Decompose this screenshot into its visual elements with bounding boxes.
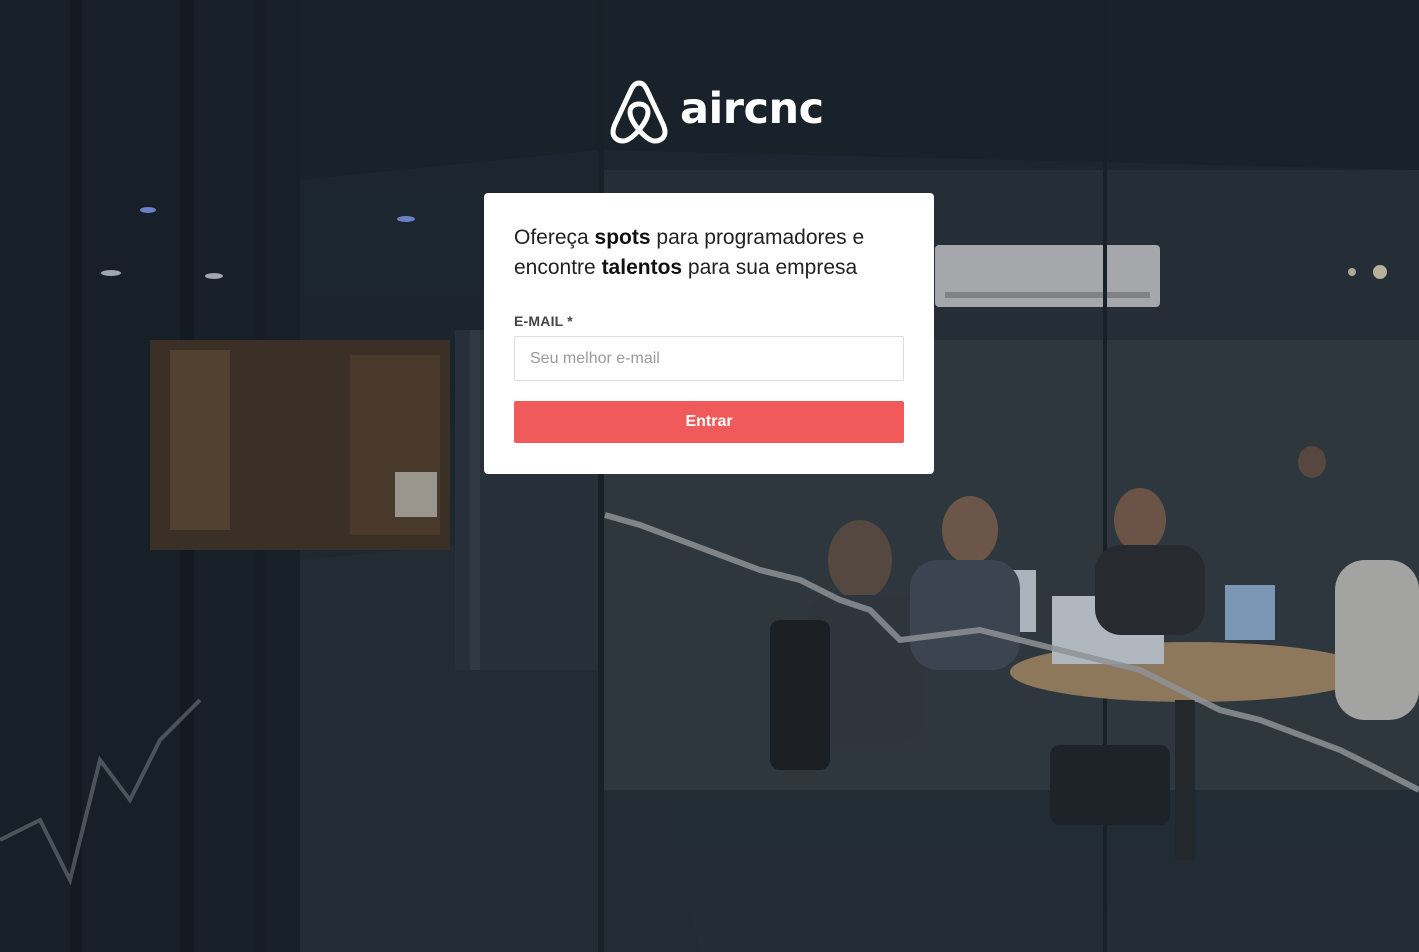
headline-bold-spots: spots [594,226,651,249]
submit-button[interactable]: Entrar [514,401,904,443]
headline-text: Ofereça [514,226,595,249]
headline-text: para sua empresa [682,256,858,279]
login-form: E-MAIL * Entrar [514,313,904,443]
brand-logo: aircnc [610,78,824,144]
brand-name: aircnc [680,83,824,134]
login-card: Ofereça spots para programadores e encon… [484,193,934,474]
headline-bold-talentos: talentos [601,256,683,279]
airbnb-belo-icon [610,80,668,144]
headline: Ofereça spots para programadores e encon… [514,223,904,283]
email-field[interactable] [514,336,904,381]
email-label: E-MAIL * [514,313,573,329]
